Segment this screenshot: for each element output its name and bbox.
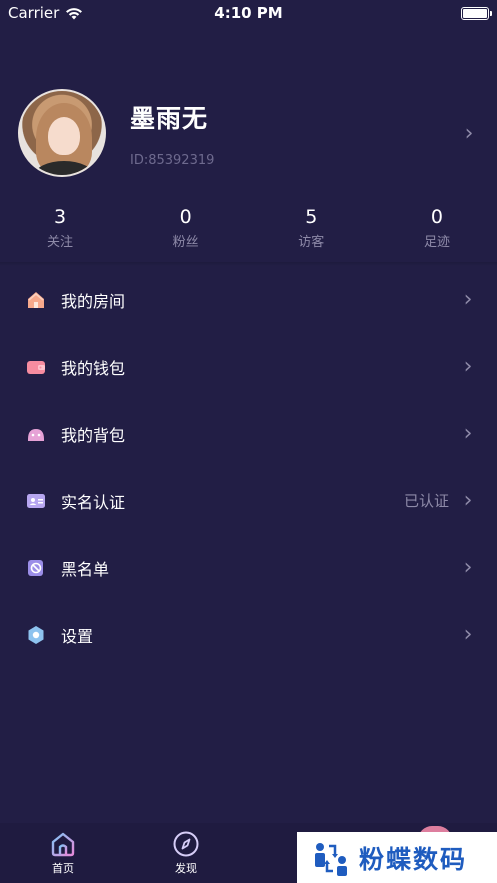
menu-item-my-backpack[interactable]: 我的背包 › xyxy=(0,400,497,467)
menu-item-settings[interactable]: 设置 › xyxy=(0,601,497,668)
stat-value: 3 xyxy=(53,206,67,228)
profile-header[interactable]: 墨雨无 ID:85392319 › xyxy=(18,88,479,178)
block-icon xyxy=(26,558,46,578)
wifi-icon xyxy=(66,7,83,19)
menu-item-blacklist[interactable]: 黑名单 › xyxy=(0,534,497,601)
carrier-label: Carrier xyxy=(8,4,60,22)
backpack-icon xyxy=(26,424,46,444)
watermark-logo-icon xyxy=(315,842,347,876)
stat-value: 5 xyxy=(305,206,318,228)
tab-discover[interactable]: 发现 xyxy=(156,829,216,876)
menu-label: 我的钱包 xyxy=(61,358,126,378)
chevron-right-icon: › xyxy=(463,488,473,513)
menu-item-my-room[interactable]: 我的房间 › xyxy=(0,266,497,333)
stat-label: 粉丝 xyxy=(172,235,199,250)
home-icon xyxy=(48,829,78,859)
stat-following[interactable]: 3 关注 xyxy=(10,205,110,255)
chevron-right-icon: › xyxy=(463,354,473,379)
tab-home[interactable]: 首页 xyxy=(33,829,93,876)
menu-item-my-wallet[interactable]: 我的钱包 › xyxy=(0,333,497,400)
id-card-icon xyxy=(26,491,46,511)
stat-label: 足迹 xyxy=(423,235,450,250)
menu-label: 我的背包 xyxy=(61,425,126,445)
stat-value: 0 xyxy=(179,206,192,228)
house-icon xyxy=(26,290,46,310)
chevron-right-icon: › xyxy=(463,287,473,312)
menu-label: 黑名单 xyxy=(61,559,110,579)
menu-label: 实名认证 xyxy=(61,492,126,512)
menu-list: 我的房间 › 我的钱包 › 我的背包 › 实名认证 已认证 › 黑名单 › 设置… xyxy=(0,266,497,668)
tab-label: 首页 xyxy=(52,862,74,875)
menu-label: 我的房间 xyxy=(61,291,126,311)
user-id: ID:85392319 xyxy=(130,152,215,168)
watermark-text: 粉蝶数码 xyxy=(359,844,468,874)
settings-icon xyxy=(26,625,46,645)
menu-item-verification[interactable]: 实名认证 已认证 › xyxy=(0,467,497,534)
nickname: 墨雨无 xyxy=(130,103,209,133)
stat-value: 0 xyxy=(430,206,444,228)
avatar[interactable] xyxy=(18,89,106,177)
stat-fans[interactable]: 0 粉丝 xyxy=(136,205,236,255)
watermark: 粉蝶数码 xyxy=(297,832,497,883)
wallet-icon xyxy=(26,357,46,377)
verification-status: 已认证 xyxy=(403,492,449,510)
stat-footprints[interactable]: 0 足迹 xyxy=(387,205,487,255)
stat-visitors[interactable]: 5 访客 xyxy=(261,205,361,255)
stats-row: 3 关注 0 粉丝 5 访客 0 足迹 xyxy=(10,205,487,255)
status-bar: Carrier 4:10 PM xyxy=(0,0,497,26)
chevron-right-icon: › xyxy=(463,622,473,647)
stat-label: 关注 xyxy=(46,235,73,250)
chevron-right-icon: › xyxy=(463,421,473,446)
chevron-right-icon: › xyxy=(463,555,473,580)
tab-label: 发现 xyxy=(175,862,197,875)
menu-label: 设置 xyxy=(61,626,94,646)
compass-icon xyxy=(171,829,201,859)
stat-label: 访客 xyxy=(298,235,325,250)
chevron-right-icon[interactable]: › xyxy=(459,121,479,146)
battery-icon xyxy=(461,6,492,20)
